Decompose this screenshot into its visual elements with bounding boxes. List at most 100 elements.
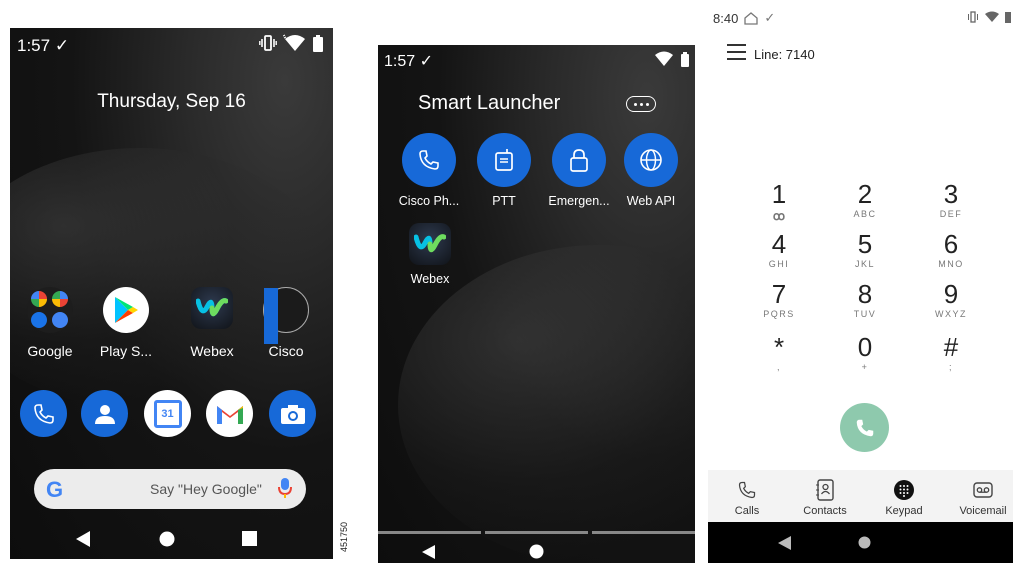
page-indicator bbox=[378, 531, 695, 534]
key-6[interactable]: 6 MNO bbox=[921, 230, 981, 270]
folder-mini-icon bbox=[264, 330, 278, 344]
key-digit: 0 bbox=[857, 332, 873, 362]
back-icon[interactable] bbox=[76, 531, 90, 547]
lock-icon bbox=[552, 133, 606, 187]
photos-icon bbox=[52, 291, 68, 307]
play-store-icon bbox=[103, 287, 149, 333]
status-icons bbox=[967, 11, 1011, 23]
line-label: Line: 7140 bbox=[754, 47, 815, 62]
app-label: Cisco Ph... bbox=[398, 194, 460, 208]
status-bar: 1:57 ✓ bbox=[378, 45, 695, 75]
calendar-mini-icon bbox=[52, 312, 68, 328]
home-screen: 1:57 ✓ Thursday, Sep 16 Google Play S...… bbox=[10, 28, 333, 559]
key-5[interactable]: 5 JKL bbox=[835, 230, 895, 270]
key-letters: MNO bbox=[938, 259, 964, 269]
google-logo: G bbox=[46, 477, 64, 502]
app-label: Web API bbox=[626, 194, 676, 208]
app-cisco-folder[interactable]: Cisco bbox=[251, 287, 321, 359]
key-7[interactable]: 7 PQRS bbox=[749, 280, 809, 320]
tab-calls[interactable]: Calls bbox=[712, 479, 782, 517]
status-bar: 8:40 ✓ bbox=[713, 10, 775, 26]
wifi-icon bbox=[655, 51, 673, 66]
key-letters: , bbox=[776, 362, 781, 372]
voicemail-glyph: ꝏ bbox=[772, 209, 786, 223]
contacts-icon[interactable] bbox=[81, 390, 128, 437]
key-letters: WXYZ bbox=[935, 309, 967, 319]
gmail-icon[interactable] bbox=[206, 390, 253, 437]
wifi-icon bbox=[985, 11, 999, 22]
tab-label: Keypad bbox=[885, 505, 923, 517]
recents-icon[interactable] bbox=[242, 531, 257, 546]
key-digit: 1 bbox=[771, 179, 787, 209]
key-digit: 6 bbox=[943, 229, 959, 259]
key-digit: 5 bbox=[857, 229, 873, 259]
back-icon[interactable] bbox=[778, 536, 791, 550]
call-button[interactable] bbox=[840, 403, 889, 452]
app-emergency[interactable]: Emergen... bbox=[543, 133, 615, 208]
app-cisco-phone[interactable]: Cisco Ph... bbox=[393, 133, 465, 208]
launcher-title: Smart Launcher bbox=[418, 92, 561, 114]
key-8[interactable]: 8 TUV bbox=[835, 280, 895, 320]
home-outline-icon bbox=[744, 11, 758, 25]
home-icon[interactable] bbox=[529, 544, 544, 559]
menu-icon[interactable] bbox=[727, 44, 746, 60]
camera-icon[interactable] bbox=[269, 390, 316, 437]
date-widget[interactable]: Thursday, Sep 16 bbox=[10, 91, 333, 113]
app-ptt[interactable]: PTT bbox=[468, 133, 540, 208]
key-digit: * bbox=[773, 332, 785, 362]
app-label: Webex bbox=[190, 343, 234, 359]
key-1[interactable]: 1ꝏ bbox=[749, 179, 809, 223]
key-star[interactable]: *, bbox=[749, 333, 809, 373]
dialer-screen: 8:40 ✓ Line: 7140 1ꝏ 2 ABC 3 DEF 4 GHI 5 JKL… bbox=[708, 0, 1013, 563]
tab-keypad[interactable]: Keypad bbox=[869, 479, 939, 517]
key-hash[interactable]: #; bbox=[921, 333, 981, 373]
key-9[interactable]: 9 WXYZ bbox=[921, 280, 981, 320]
tab-contacts[interactable]: Contacts bbox=[790, 479, 860, 517]
status-time: 1:57 ✓ bbox=[17, 36, 70, 55]
phone-icon[interactable] bbox=[20, 390, 67, 437]
key-4[interactable]: 4 GHI bbox=[749, 230, 809, 270]
mic-icon[interactable] bbox=[278, 477, 292, 499]
app-webex[interactable]: Webex bbox=[394, 223, 466, 286]
app-label: Google bbox=[27, 343, 73, 359]
more-options-icon[interactable] bbox=[626, 96, 656, 112]
vibrate-icon bbox=[259, 35, 277, 51]
smart-launcher-screen: 1:57 ✓ Smart Launcher Cisco Ph... PTT Em… bbox=[378, 45, 695, 563]
key-digit: 8 bbox=[857, 279, 873, 309]
tab-voicemail[interactable]: Voicemail bbox=[948, 479, 1013, 517]
key-3[interactable]: 3 DEF bbox=[921, 180, 981, 220]
folder-mini-icon bbox=[264, 302, 278, 316]
navigation-bar bbox=[708, 522, 1013, 563]
key-2[interactable]: 2 ABC bbox=[835, 180, 895, 220]
app-web-api[interactable]: Web API bbox=[615, 133, 687, 208]
key-letters: TUV bbox=[853, 309, 877, 319]
tab-label: Calls bbox=[734, 505, 760, 517]
folder-mini-icon bbox=[264, 316, 278, 330]
google-search-bar[interactable]: G Say "Hey Google" bbox=[34, 469, 306, 509]
app-label: Emergen... bbox=[548, 194, 610, 208]
phone-icon bbox=[856, 419, 873, 436]
status-icons bbox=[653, 51, 689, 67]
folder-mini-icon bbox=[264, 288, 278, 302]
app-google-folder[interactable]: Google bbox=[15, 287, 85, 359]
key-digit: 9 bbox=[943, 279, 959, 309]
status-icons bbox=[259, 34, 323, 52]
wallpaper-swoosh bbox=[398, 245, 695, 563]
search-placeholder: Say "Hey Google" bbox=[150, 481, 262, 497]
app-label: PTT bbox=[492, 194, 516, 208]
key-0[interactable]: 0 + bbox=[835, 333, 895, 373]
figure-id: 451750 bbox=[339, 521, 349, 553]
home-icon[interactable] bbox=[159, 531, 175, 547]
calendar-icon[interactable]: 31 bbox=[144, 390, 191, 437]
app-play-store[interactable]: Play S... bbox=[91, 287, 161, 359]
webex-icon bbox=[409, 223, 451, 265]
key-letters: + bbox=[861, 362, 869, 372]
app-webex[interactable]: Webex bbox=[177, 287, 247, 359]
status-bar: 1:57 ✓ bbox=[10, 28, 333, 58]
home-icon[interactable] bbox=[858, 536, 871, 549]
globe-icon bbox=[624, 133, 678, 187]
phone-icon bbox=[402, 133, 456, 187]
walkie-talkie-icon bbox=[477, 133, 531, 187]
check-icon: ✓ bbox=[764, 10, 776, 25]
back-icon[interactable] bbox=[422, 545, 435, 559]
